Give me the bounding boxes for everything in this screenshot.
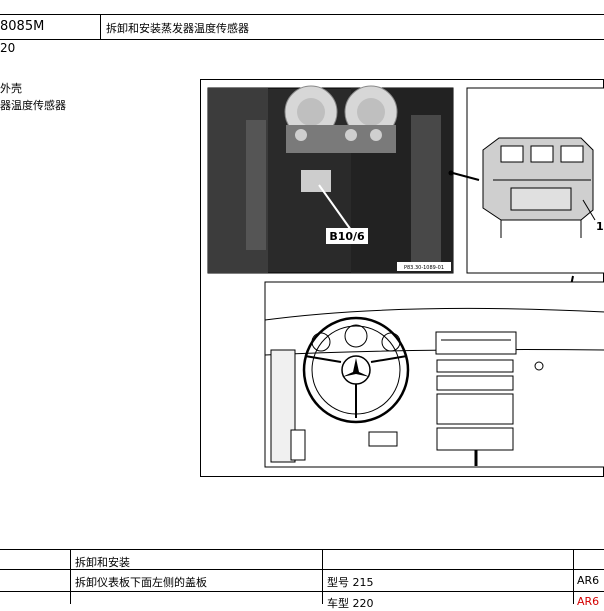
dashboard-drawing <box>264 281 604 468</box>
housing-drawing: 1 <box>466 87 604 274</box>
table-row2-model: 型号 215 <box>327 576 374 589</box>
table-row2-step: 拆卸仪表板下面左侧的盖板 <box>75 576 207 589</box>
procedure-table: 拆卸和安装 拆卸仪表板下面左侧的盖板 型号 215 AR6 车型 220 AR6 <box>0 549 604 610</box>
table-row3-ref-link[interactable]: AR6 <box>577 595 599 608</box>
table-row3-model: 车型 220 <box>327 597 374 610</box>
callout-one: 1 <box>596 220 604 233</box>
document-title: 拆卸和安装蒸发器温度传感器 <box>106 22 249 35</box>
document-header: 8085M 拆卸和安装蒸发器温度传感器 <box>0 14 604 40</box>
table-row1-step: 拆卸和安装 <box>75 556 130 569</box>
callout-b10-6: B10/6 <box>329 230 365 243</box>
illustration-drawing: B10/6 P83.30-1089-01 1 <box>207 85 604 468</box>
illustration-frame: B10/6 P83.30-1089-01 1 <box>200 79 604 477</box>
table-row2-ref[interactable]: AR6 <box>577 574 599 587</box>
model-number: 20 <box>0 41 16 55</box>
photo-reference: P83.30-1089-01 <box>404 265 444 271</box>
header-divider <box>100 15 101 39</box>
document-code: 8085M <box>0 19 45 34</box>
part-label-housing: 外壳 <box>0 82 22 95</box>
sensor-photo: B10/6 P83.30-1089-01 <box>207 85 454 274</box>
part-label-sensor: 器温度传感器 <box>0 99 66 112</box>
